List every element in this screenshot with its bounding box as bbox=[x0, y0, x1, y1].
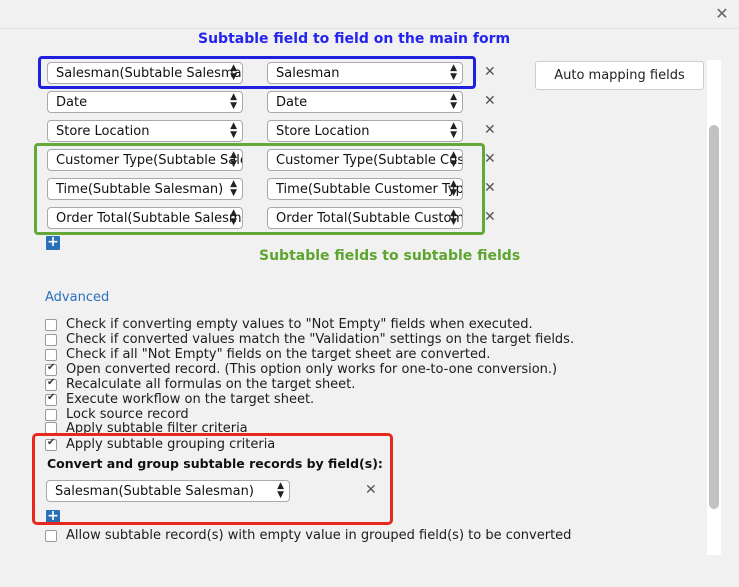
source-field-value: Time(Subtable Salesman) bbox=[56, 182, 224, 197]
option-lock-source[interactable]: Lock source record bbox=[45, 407, 189, 422]
select-arrows-icon: ▲ ▼ bbox=[230, 63, 237, 82]
source-field-select-2[interactable]: Date ▲ ▼ bbox=[47, 91, 243, 113]
option-label: Apply subtable grouping criteria bbox=[66, 437, 276, 452]
target-field-value: Time(Subtable Customer Type) bbox=[276, 182, 463, 197]
source-field-value: Order Total(Subtable Salesman) bbox=[56, 211, 243, 226]
annotation-main-form: Subtable field to field on the main form bbox=[198, 31, 511, 47]
auto-mapping-button[interactable]: Auto mapping fields bbox=[535, 61, 704, 90]
checkbox[interactable] bbox=[45, 362, 57, 376]
target-field-value: Store Location bbox=[276, 124, 370, 139]
option-label: Lock source record bbox=[66, 407, 189, 422]
source-field-value: Store Location bbox=[56, 124, 150, 139]
option-execute-workflow[interactable]: Execute workflow on the target sheet. bbox=[45, 392, 314, 407]
option-label: Open converted record. (This option only… bbox=[66, 362, 558, 377]
select-arrows-icon: ▲ ▼ bbox=[450, 208, 457, 227]
option-label: Apply subtable filter criteria bbox=[66, 422, 248, 434]
checkbox[interactable] bbox=[45, 408, 57, 421]
option-check-not-empty[interactable]: Check if all "Not Empty" fields on the t… bbox=[45, 347, 490, 362]
select-arrows-icon: ▲ ▼ bbox=[450, 121, 457, 140]
select-arrows-icon: ▲ ▼ bbox=[450, 63, 457, 82]
remove-icon[interactable]: ✕ bbox=[484, 122, 496, 138]
select-arrows-icon: ▲ ▼ bbox=[450, 179, 457, 198]
target-field-value: Customer Type(Subtable Customer Type) bbox=[276, 153, 462, 168]
target-field-select-4[interactable]: Customer Type(Subtable Customer Type) ▲▼ bbox=[267, 149, 463, 171]
option-allow-empty-grouped[interactable]: Allow subtable record(s) with empty valu… bbox=[45, 528, 571, 543]
checkbox[interactable] bbox=[45, 318, 57, 331]
checkbox[interactable] bbox=[45, 392, 57, 406]
select-arrows-icon: ▲ ▼ bbox=[230, 92, 237, 111]
source-field-select-1[interactable]: Salesman(Subtable Salesman) ▲ ▼ bbox=[47, 62, 243, 84]
option-subtable-filter[interactable]: Apply subtable filter criteria bbox=[45, 422, 248, 434]
source-field-value: Customer Type(Subtable Salesman) bbox=[56, 153, 242, 168]
option-label: Check if converting empty values to "Not… bbox=[66, 317, 533, 332]
option-subtable-grouping[interactable]: Apply subtable grouping criteria bbox=[45, 437, 275, 452]
select-arrows-icon: ▲ ▼ bbox=[230, 208, 237, 227]
source-field-value: Date bbox=[56, 95, 88, 110]
target-field-value: Order Total(Subtable Customer Type) bbox=[276, 211, 463, 226]
add-icon[interactable]: + bbox=[46, 235, 60, 250]
target-field-select-6[interactable]: Order Total(Subtable Customer Type) ▲▼ bbox=[267, 207, 463, 229]
option-label: Recalculate all formulas on the target s… bbox=[66, 377, 356, 392]
source-field-value: Salesman(Subtable Salesman) bbox=[56, 66, 243, 81]
option-label: Check if all "Not Empty" fields on the t… bbox=[66, 347, 491, 362]
close-icon[interactable]: ✕ bbox=[712, 4, 732, 24]
checkbox[interactable] bbox=[45, 333, 57, 346]
source-field-select-3[interactable]: Store Location ▲ ▼ bbox=[47, 120, 243, 142]
advanced-link[interactable]: Advanced bbox=[45, 290, 109, 305]
target-field-select-1[interactable]: Salesman ▲ ▼ bbox=[267, 62, 463, 84]
option-open-record[interactable]: Open converted record. (This option only… bbox=[45, 362, 557, 377]
checkbox[interactable] bbox=[45, 437, 57, 451]
remove-icon[interactable]: ✕ bbox=[484, 209, 496, 225]
target-field-select-5[interactable]: Time(Subtable Customer Type) ▲ ▼ bbox=[267, 178, 463, 200]
add-icon[interactable]: + bbox=[46, 509, 60, 524]
target-field-select-2[interactable]: Date ▲ ▼ bbox=[267, 91, 463, 113]
target-field-select-3[interactable]: Store Location ▲ ▼ bbox=[267, 120, 463, 142]
group-field-value: Salesman(Subtable Salesman) bbox=[55, 484, 254, 499]
option-label: Allow subtable record(s) with empty valu… bbox=[66, 528, 572, 543]
remove-icon[interactable]: ✕ bbox=[484, 64, 496, 80]
remove-icon[interactable]: ✕ bbox=[484, 180, 496, 196]
option-check-empty[interactable]: Check if converting empty values to "Not… bbox=[45, 317, 533, 332]
source-field-select-4[interactable]: Customer Type(Subtable Salesman) ▲▼ bbox=[47, 149, 243, 171]
remove-icon[interactable]: ✕ bbox=[484, 151, 496, 167]
option-check-validation[interactable]: Check if converted values match the "Val… bbox=[45, 332, 574, 347]
checkbox[interactable] bbox=[45, 529, 57, 542]
target-field-value: Salesman bbox=[276, 66, 340, 81]
scrollbar-thumb[interactable] bbox=[709, 125, 719, 509]
select-arrows-icon: ▲ ▼ bbox=[230, 150, 237, 169]
checkbox[interactable] bbox=[45, 348, 57, 361]
group-field-select[interactable]: Salesman(Subtable Salesman) ▲ ▼ bbox=[46, 480, 290, 502]
select-arrows-icon: ▲ ▼ bbox=[450, 92, 457, 111]
select-arrows-icon: ▲ ▼ bbox=[230, 121, 237, 140]
select-arrows-icon: ▲ ▼ bbox=[277, 481, 284, 500]
target-field-value: Date bbox=[276, 95, 308, 110]
option-label: Execute workflow on the target sheet. bbox=[66, 392, 315, 407]
header-divider bbox=[0, 28, 739, 29]
remove-icon[interactable]: ✕ bbox=[365, 482, 377, 498]
group-section-title: Convert and group subtable records by fi… bbox=[47, 456, 383, 471]
option-label: Check if converted values match the "Val… bbox=[66, 332, 575, 347]
source-field-select-6[interactable]: Order Total(Subtable Salesman) ▲ ▼ bbox=[47, 207, 243, 229]
checkbox[interactable] bbox=[45, 422, 57, 434]
checkbox[interactable] bbox=[45, 377, 57, 391]
annotation-subtable: Subtable fields to subtable fields bbox=[259, 248, 521, 264]
select-arrows-icon: ▲ ▼ bbox=[230, 179, 237, 198]
option-recalculate[interactable]: Recalculate all formulas on the target s… bbox=[45, 377, 355, 392]
remove-icon[interactable]: ✕ bbox=[484, 93, 496, 109]
source-field-select-5[interactable]: Time(Subtable Salesman) ▲ ▼ bbox=[47, 178, 243, 200]
select-arrows-icon: ▲ ▼ bbox=[450, 150, 457, 169]
